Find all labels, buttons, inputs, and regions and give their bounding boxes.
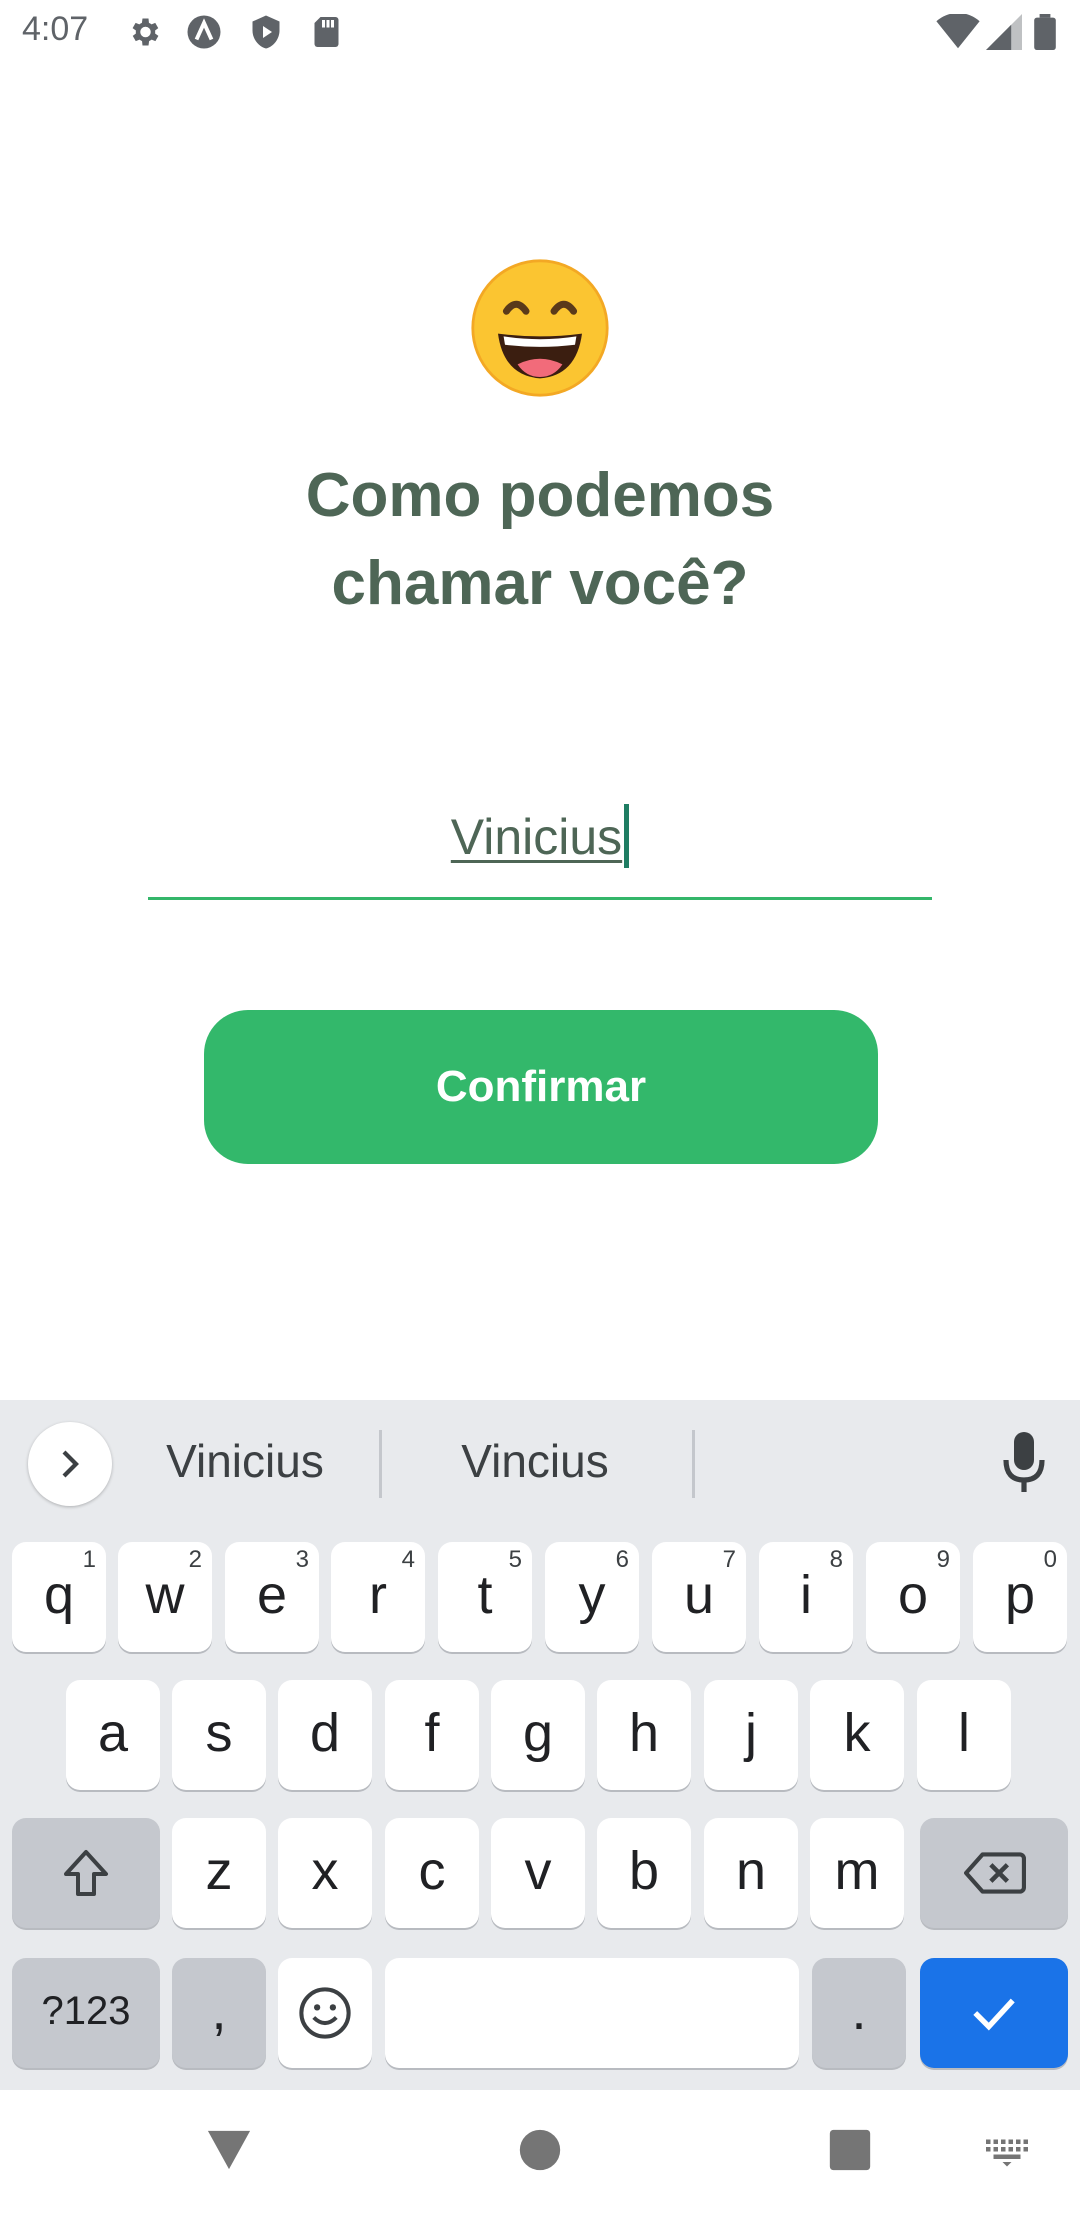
sd-card-icon	[314, 17, 339, 47]
key-d[interactable]: d	[278, 1680, 372, 1790]
text-cursor	[624, 804, 630, 868]
battery-icon	[1034, 14, 1056, 50]
shift-icon	[64, 1850, 108, 1896]
emoji-key[interactable]	[278, 1958, 372, 2068]
suggestion-divider	[379, 1430, 382, 1498]
expand-toolbar-button[interactable]	[28, 1422, 112, 1506]
comma-key[interactable]: ,	[172, 1958, 266, 2068]
name-input[interactable]: Vinicius	[148, 780, 932, 900]
status-bar: 4:07	[0, 0, 1080, 66]
page-title: Como podemos chamar você?	[305, 461, 775, 618]
home-circle-icon[interactable]	[518, 2128, 562, 2172]
confirm-button[interactable]: Confirmar	[204, 1010, 878, 1164]
key-h[interactable]: h	[597, 1680, 691, 1790]
key-p[interactable]: p0	[973, 1542, 1067, 1652]
smiling-face-icon	[471, 259, 609, 397]
suggestion-bar: Vinicius Vincius	[0, 1400, 1080, 1520]
key-e[interactable]: e3	[225, 1542, 319, 1652]
suggestion-1[interactable]: Vinicius	[130, 1434, 360, 1488]
key-u[interactable]: u7	[652, 1542, 746, 1652]
key-s[interactable]: s	[172, 1680, 266, 1790]
shift-key[interactable]	[12, 1818, 160, 1928]
key-o[interactable]: o9	[866, 1542, 960, 1652]
suggestion-2[interactable]: Vincius	[420, 1434, 650, 1488]
symbols-key[interactable]: ?123	[12, 1958, 160, 2068]
backspace-key[interactable]	[920, 1818, 1068, 1928]
key-g[interactable]: g	[491, 1680, 585, 1790]
microphone-icon[interactable]	[1000, 1430, 1048, 1494]
shield-icon	[252, 15, 280, 49]
settings-icon	[132, 18, 159, 46]
key-a[interactable]: a	[66, 1680, 160, 1790]
name-input-value: Vinicius	[450, 809, 623, 865]
key-w[interactable]: w2	[118, 1542, 212, 1652]
accessibility-icon	[187, 15, 221, 49]
key-v[interactable]: v	[491, 1818, 585, 1928]
key-t[interactable]: t5	[438, 1542, 532, 1652]
key-c[interactable]: c	[385, 1818, 479, 1928]
navigation-bar	[0, 2090, 1080, 2220]
key-x[interactable]: x	[278, 1818, 372, 1928]
key-r[interactable]: r4	[331, 1542, 425, 1652]
status-time: 4:07	[22, 10, 89, 48]
key-q[interactable]: q1	[12, 1542, 106, 1652]
key-f[interactable]: f	[385, 1680, 479, 1790]
chevron-right-icon	[62, 1450, 79, 1478]
back-triangle-icon[interactable]	[206, 2128, 252, 2172]
suggestion-divider	[692, 1430, 695, 1498]
input-underline	[148, 897, 932, 900]
key-y[interactable]: y6	[545, 1542, 639, 1652]
backspace-icon	[964, 1852, 1026, 1894]
period-key[interactable]: .	[812, 1958, 906, 2068]
key-k[interactable]: k	[810, 1680, 904, 1790]
key-n[interactable]: n	[704, 1818, 798, 1928]
key-j[interactable]: j	[704, 1680, 798, 1790]
keyboard: Vinicius Vincius q1 w2 e3 r4 t5 y6 u7 i8…	[0, 1400, 1080, 2090]
space-key[interactable]	[385, 1958, 799, 2068]
signal-icon	[986, 14, 1022, 50]
enter-key[interactable]	[920, 1958, 1068, 2068]
wifi-icon	[936, 14, 980, 49]
key-m[interactable]: m	[810, 1818, 904, 1928]
checkmark-icon	[973, 1998, 1015, 2031]
key-b[interactable]: b	[597, 1818, 691, 1928]
keyboard-switch-icon[interactable]	[984, 2138, 1030, 2168]
recents-square-icon[interactable]	[828, 2128, 872, 2172]
key-z[interactable]: z	[172, 1818, 266, 1928]
emoji-icon	[299, 1987, 351, 2039]
key-i[interactable]: i8	[759, 1542, 853, 1652]
key-l[interactable]: l	[917, 1680, 1011, 1790]
